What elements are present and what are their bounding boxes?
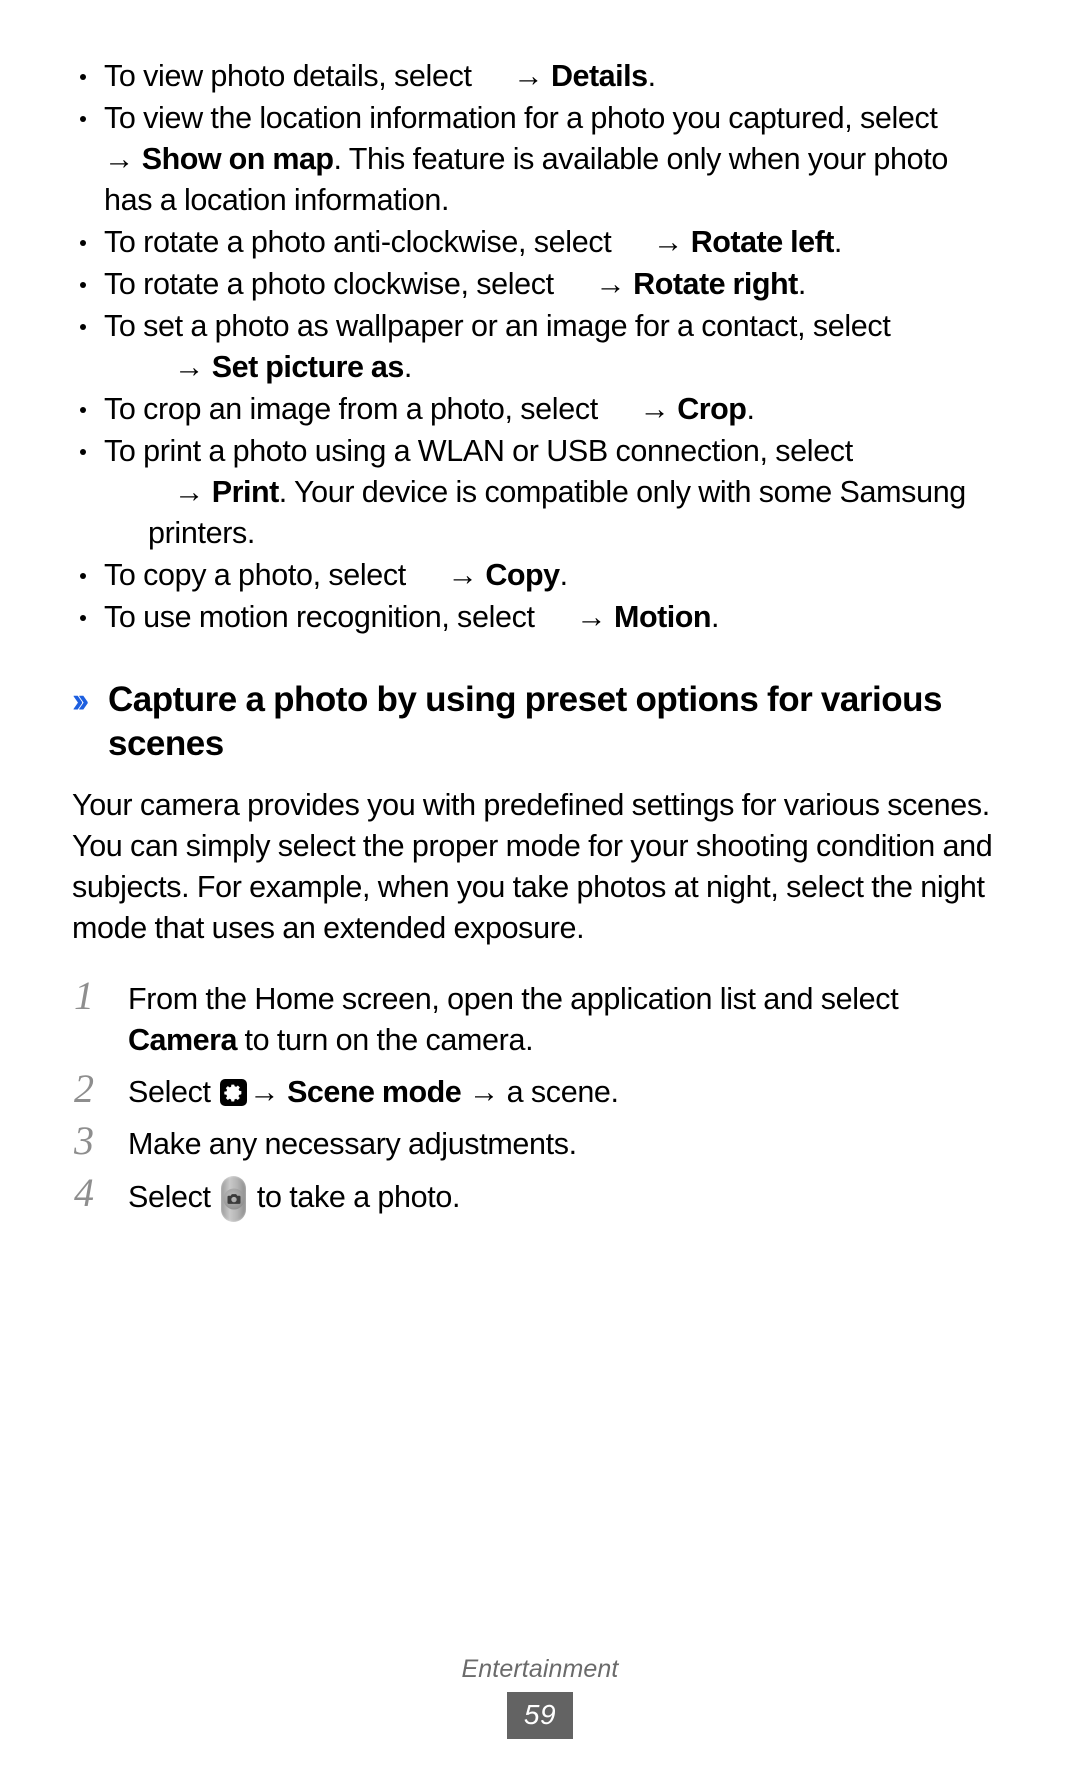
bullet-menu-label: Rotate left <box>690 225 835 259</box>
bullet-item-crop: To crop an image from a photo, select → … <box>72 389 1002 430</box>
bullet-menu-label: Crop <box>677 392 747 426</box>
step-4: 4 Select to take a photo. <box>72 1171 1002 1222</box>
gear-icon <box>220 1079 248 1106</box>
bullet-menu-label: Show on map <box>141 142 334 176</box>
step-text-pre: From the Home screen, open the applicati… <box>128 982 899 1016</box>
bullet-item-copy: To copy a photo, select → Copy. <box>72 555 1002 596</box>
step-number: 1 <box>74 973 94 1018</box>
bullet-text-post: . <box>647 59 656 93</box>
arrow-glyph: → <box>513 59 544 93</box>
step-text-post: to turn on the camera. <box>236 1023 534 1057</box>
bullet-text-pre: To rotate a photo anti-clockwise, select <box>104 225 612 259</box>
arrow-glyph: → <box>249 1075 280 1109</box>
bullet-continuation: → Print. Your device is compatible only … <box>104 472 1002 554</box>
arrow-glyph: → <box>468 1075 500 1109</box>
bullet-item-set-picture-as: To set a photo as wallpaper or an image … <box>72 306 1002 388</box>
page-number-badge: 59 <box>506 1692 574 1739</box>
bullet-item-show-on-map: To view the location information for a p… <box>72 98 1002 221</box>
bullet-item-print: To print a photo using a WLAN or USB con… <box>72 431 1002 554</box>
bullet-menu-label: Print <box>211 475 279 509</box>
bullet-text-pre: To rotate a photo clockwise, select <box>104 267 554 301</box>
step-app-label: Camera <box>128 1023 237 1057</box>
bullet-text-pre: To set a photo as wallpaper or an image … <box>104 309 891 343</box>
step-number: 4 <box>74 1170 94 1215</box>
arrow-glyph: → <box>174 475 205 509</box>
bullet-item-details: To view photo details, select → Details. <box>72 56 1002 97</box>
arrow-glyph: → <box>576 600 607 634</box>
bullet-menu-label: Motion <box>614 600 711 634</box>
section-heading-text: Capture a photo by using preset options … <box>108 680 942 763</box>
arrow-glyph: → <box>447 558 479 592</box>
page-footer: Entertainment 59 <box>0 1655 1080 1739</box>
bullet-text-post: . <box>797 267 806 301</box>
step-text-post: a scene. <box>506 1075 619 1109</box>
step-text-post: to take a photo. <box>249 1180 461 1214</box>
bullet-menu-label: Set picture as <box>211 350 405 384</box>
arrow-glyph: → <box>104 142 135 176</box>
bullet-item-motion: To use motion recognition, select → Moti… <box>72 597 1002 638</box>
step-number: 2 <box>74 1066 94 1111</box>
bullet-text-post: . <box>833 225 843 259</box>
bullet-text-pre: To print a photo using a WLAN or USB con… <box>104 434 853 468</box>
photo-options-bullet-list: To view photo details, select → Details.… <box>72 56 1002 638</box>
footer-chapter-label: Entertainment <box>461 1655 619 1683</box>
bullet-menu-label: Rotate right <box>633 267 798 301</box>
bullet-text-pre: To view photo details, select <box>104 59 472 93</box>
bullet-text-pre: To view the location information for a p… <box>104 101 938 135</box>
step-1: 1 From the Home screen, open the applica… <box>72 974 1002 1061</box>
bullet-text-pre: To crop an image from a photo, select <box>104 392 598 426</box>
bullet-text-post: . <box>403 350 412 384</box>
bullet-item-rotate-left: To rotate a photo anti-clockwise, select… <box>72 222 1002 263</box>
step-2: 2 Select → Scene mode → a scene. <box>72 1067 1002 1113</box>
section-heading: ›› Capture a photo by using preset option… <box>72 678 1002 766</box>
section-intro-paragraph: Your camera provides you with predefined… <box>72 788 993 945</box>
camera-shutter-icon <box>221 1176 247 1222</box>
bullet-item-rotate-right: To rotate a photo clockwise, select → Ro… <box>72 264 1002 305</box>
step-menu-label: Scene mode <box>287 1075 462 1109</box>
double-chevron-icon: ›› <box>72 681 89 720</box>
bullet-text-pre: To use motion recognition, select <box>104 600 535 634</box>
arrow-glyph: → <box>639 392 670 426</box>
bullet-menu-label: Details <box>551 59 648 93</box>
arrow-glyph: → <box>652 225 684 259</box>
numbered-step-list: 1 From the Home screen, open the applica… <box>72 974 1002 1222</box>
arrow-glyph: → <box>595 267 626 301</box>
bullet-menu-label: Copy <box>485 558 560 592</box>
bullet-continuation: → Set picture as. <box>104 347 1002 388</box>
bullet-text-pre: To copy a photo, select <box>104 558 406 592</box>
step-number: 3 <box>74 1118 94 1163</box>
manual-page: To view photo details, select → Details.… <box>0 0 1080 1771</box>
shutter-inner-circle <box>223 1188 245 1210</box>
step-3: 3 Make any necessary adjustments. <box>72 1119 1002 1165</box>
step-text-pre: Make any necessary adjustments. <box>128 1127 577 1161</box>
bullet-text-post: . <box>710 600 720 634</box>
step-text-pre: Select <box>128 1075 219 1109</box>
arrow-glyph: → <box>174 350 205 384</box>
bullet-text-post: . <box>559 558 568 592</box>
step-text-pre: Select <box>128 1180 219 1214</box>
bullet-text-post: . <box>746 392 755 426</box>
page-content: To view photo details, select → Details.… <box>72 56 1002 1233</box>
